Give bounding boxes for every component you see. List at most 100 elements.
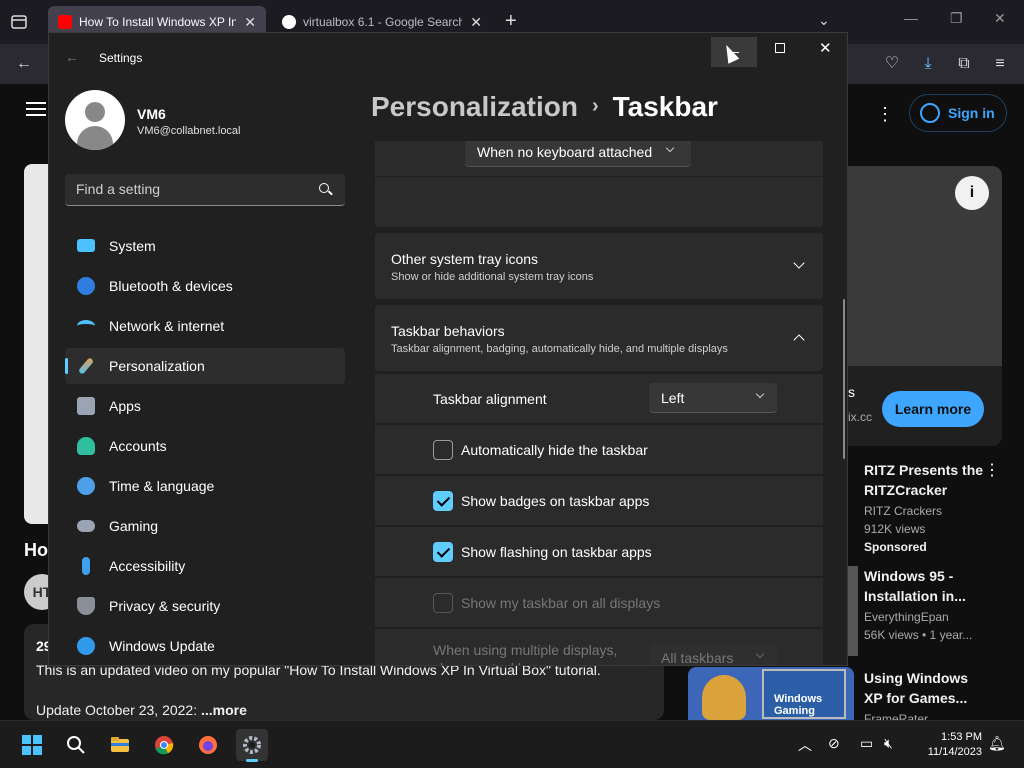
new-tab-button[interactable]: + bbox=[505, 10, 517, 33]
checkbox-label[interactable]: Show flashing on taskbar apps bbox=[461, 544, 652, 560]
shield-icon bbox=[77, 597, 95, 615]
multiple-displays-row: When using multiple displays, show my ta… bbox=[375, 628, 823, 665]
taskbar-settings[interactable] bbox=[236, 729, 268, 762]
recommendation-views: 912K views bbox=[864, 522, 926, 536]
recommendation-thumbnail bbox=[848, 566, 858, 656]
sidebar-item-gaming[interactable]: Gaming bbox=[65, 508, 345, 544]
back-arrow-icon[interactable]: ← bbox=[14, 54, 34, 74]
search-input[interactable] bbox=[65, 174, 315, 204]
taskbar-alignment-label: Taskbar alignment bbox=[433, 391, 547, 407]
checkbox-label[interactable]: Automatically hide the taskbar bbox=[461, 442, 648, 458]
other-system-tray-icons-card[interactable]: Other system tray icons Show or hide add… bbox=[375, 233, 823, 299]
taskbar-clock[interactable]: 1:53 PM 11/14/2023 bbox=[914, 730, 982, 760]
more-options-icon[interactable]: ⋮ bbox=[876, 104, 894, 125]
settings-window: ← Settings ✕ VM6 VM6@collabnet.local Sys… bbox=[48, 32, 848, 666]
display-icon[interactable]: ▭ bbox=[860, 735, 873, 752]
show-more-link[interactable]: ...more bbox=[201, 702, 247, 718]
sidebar-item-network[interactable]: Network & internet bbox=[65, 308, 345, 344]
volume-muted-icon[interactable]: 🔇︎ bbox=[884, 735, 893, 752]
description-line-2: Update October 23, 2022: bbox=[36, 702, 201, 718]
tab-list-icon[interactable] bbox=[10, 13, 28, 31]
taskbar-search-button[interactable] bbox=[60, 729, 92, 761]
show-flashing-checkbox[interactable] bbox=[433, 542, 453, 562]
browser-maximize-icon[interactable]: ❐ bbox=[950, 10, 963, 27]
sidebar-item-label: Privacy & security bbox=[109, 598, 221, 614]
taskbar-alignment-dropdown[interactable]: Left bbox=[649, 383, 777, 413]
settings-icon bbox=[243, 736, 261, 754]
sign-in-button[interactable]: Sign in bbox=[909, 94, 1007, 132]
divider bbox=[375, 176, 823, 177]
sidebar-item-apps[interactable]: Apps bbox=[65, 388, 345, 424]
account-icon bbox=[920, 103, 940, 123]
network-disconnected-icon[interactable]: ⊘ bbox=[828, 735, 840, 752]
sidebar-item-bluetooth[interactable]: Bluetooth & devices bbox=[65, 268, 345, 304]
globe-clock-icon bbox=[77, 477, 95, 495]
scrollbar[interactable] bbox=[843, 299, 845, 459]
breadcrumb-parent[interactable]: Personalization bbox=[371, 91, 578, 122]
sidebar-item-time-language[interactable]: Time & language bbox=[65, 468, 345, 504]
recommendation-item[interactable]: Windows 95 - Installation in... Everythi… bbox=[848, 566, 1018, 666]
chevron-up-icon[interactable] bbox=[793, 334, 805, 346]
more-options-icon[interactable]: ⋮ bbox=[984, 460, 1000, 480]
start-icon bbox=[22, 735, 42, 755]
taskbar-file-explorer[interactable] bbox=[104, 729, 136, 761]
sidebar-item-accounts[interactable]: Accounts bbox=[65, 428, 345, 464]
taskbar-behaviors-header[interactable]: Taskbar behaviors Taskbar alignment, bad… bbox=[375, 305, 823, 371]
close-button[interactable]: ✕ bbox=[819, 39, 832, 57]
clock-date: 11/14/2023 bbox=[927, 746, 982, 758]
video-title: Ho bbox=[24, 540, 48, 560]
sidebar-item-accessibility[interactable]: Accessibility bbox=[65, 548, 345, 584]
find-setting-box[interactable] bbox=[65, 174, 345, 206]
all-displays-row: Show my taskbar on all displays bbox=[375, 577, 823, 627]
breadcrumb: Personalization › Taskbar bbox=[371, 91, 718, 123]
recommendation-thumbnail[interactable]: Windows Gaming bbox=[688, 667, 854, 720]
start-button[interactable] bbox=[16, 729, 48, 761]
file-explorer-icon bbox=[111, 737, 129, 752]
browser-close-icon[interactable]: ✕ bbox=[994, 10, 1006, 27]
maximize-button[interactable] bbox=[775, 43, 785, 53]
info-icon[interactable]: i bbox=[955, 176, 989, 210]
recommendation-title: Windows 95 - Installation in... bbox=[864, 568, 966, 604]
sidebar-item-label: Personalization bbox=[109, 358, 205, 374]
browser-minimize-icon[interactable]: — bbox=[904, 10, 918, 26]
sidebar-item-personalization[interactable]: Personalization bbox=[65, 348, 345, 384]
extensions-icon[interactable]: ⧉ bbox=[954, 54, 974, 74]
notification-bell-icon[interactable]: 🔔︎ bbox=[988, 735, 1006, 752]
close-tab-icon[interactable]: ✕ bbox=[470, 14, 482, 31]
sidebar-item-windows-update[interactable]: Windows Update bbox=[65, 628, 345, 664]
hamburger-menu-icon[interactable] bbox=[26, 102, 46, 116]
windows-taskbar: ︿ ⊘ ▭ 🔇︎ 1:53 PM 11/14/2023 🔔︎ bbox=[0, 720, 1024, 768]
recommendation-item[interactable]: Using Windows XP for Games... FrameRater bbox=[848, 668, 1018, 726]
search-icon[interactable] bbox=[319, 183, 329, 193]
touch-keyboard-card: When no keyboard attached bbox=[375, 141, 823, 227]
active-indicator bbox=[246, 759, 258, 762]
dropdown-value: When no keyboard attached bbox=[477, 143, 653, 160]
back-arrow-icon[interactable]: ← bbox=[65, 49, 79, 65]
recommendation-channel: EverythingEpan bbox=[864, 610, 949, 624]
auto-hide-checkbox[interactable] bbox=[433, 440, 453, 460]
app-title: Settings bbox=[99, 51, 143, 65]
sidebar-item-label: Bluetooth & devices bbox=[109, 278, 233, 294]
taskbar-chrome[interactable] bbox=[148, 729, 180, 761]
menu-icon[interactable]: ≡ bbox=[990, 54, 1010, 74]
sidebar-item-privacy-security[interactable]: Privacy & security bbox=[65, 588, 345, 624]
downloads-icon[interactable]: ⤓ bbox=[918, 54, 938, 74]
checkbox-label[interactable]: Show badges on taskbar apps bbox=[461, 493, 649, 509]
dropdown-value: Left bbox=[661, 389, 685, 406]
recommendation-title: Using Windows XP for Games... bbox=[864, 670, 969, 706]
recommendation-item[interactable]: RITZ Presents the RITZCracker ⋮ RITZ Cra… bbox=[848, 460, 1018, 560]
list-all-tabs-chevron-icon[interactable]: ⌄ bbox=[818, 12, 830, 29]
card-subtitle: Taskbar alignment, badging, automaticall… bbox=[391, 343, 728, 355]
learn-more-button[interactable]: Learn more bbox=[882, 391, 984, 427]
show-badges-checkbox[interactable] bbox=[433, 491, 453, 511]
taskbar-firefox[interactable] bbox=[192, 729, 224, 761]
chevron-up-icon[interactable]: ︿ bbox=[798, 735, 812, 755]
chevron-down-icon[interactable] bbox=[793, 257, 805, 269]
avatar[interactable] bbox=[65, 90, 125, 150]
close-tab-icon[interactable]: ✕ bbox=[244, 14, 256, 31]
breadcrumb-separator: › bbox=[591, 95, 599, 117]
sidebar-item-system[interactable]: System bbox=[65, 228, 345, 264]
taskbar-alignment-row: Taskbar alignment Left bbox=[375, 373, 823, 423]
pocket-icon[interactable]: ♡ bbox=[882, 54, 902, 74]
touch-keyboard-dropdown[interactable]: When no keyboard attached bbox=[465, 141, 691, 167]
